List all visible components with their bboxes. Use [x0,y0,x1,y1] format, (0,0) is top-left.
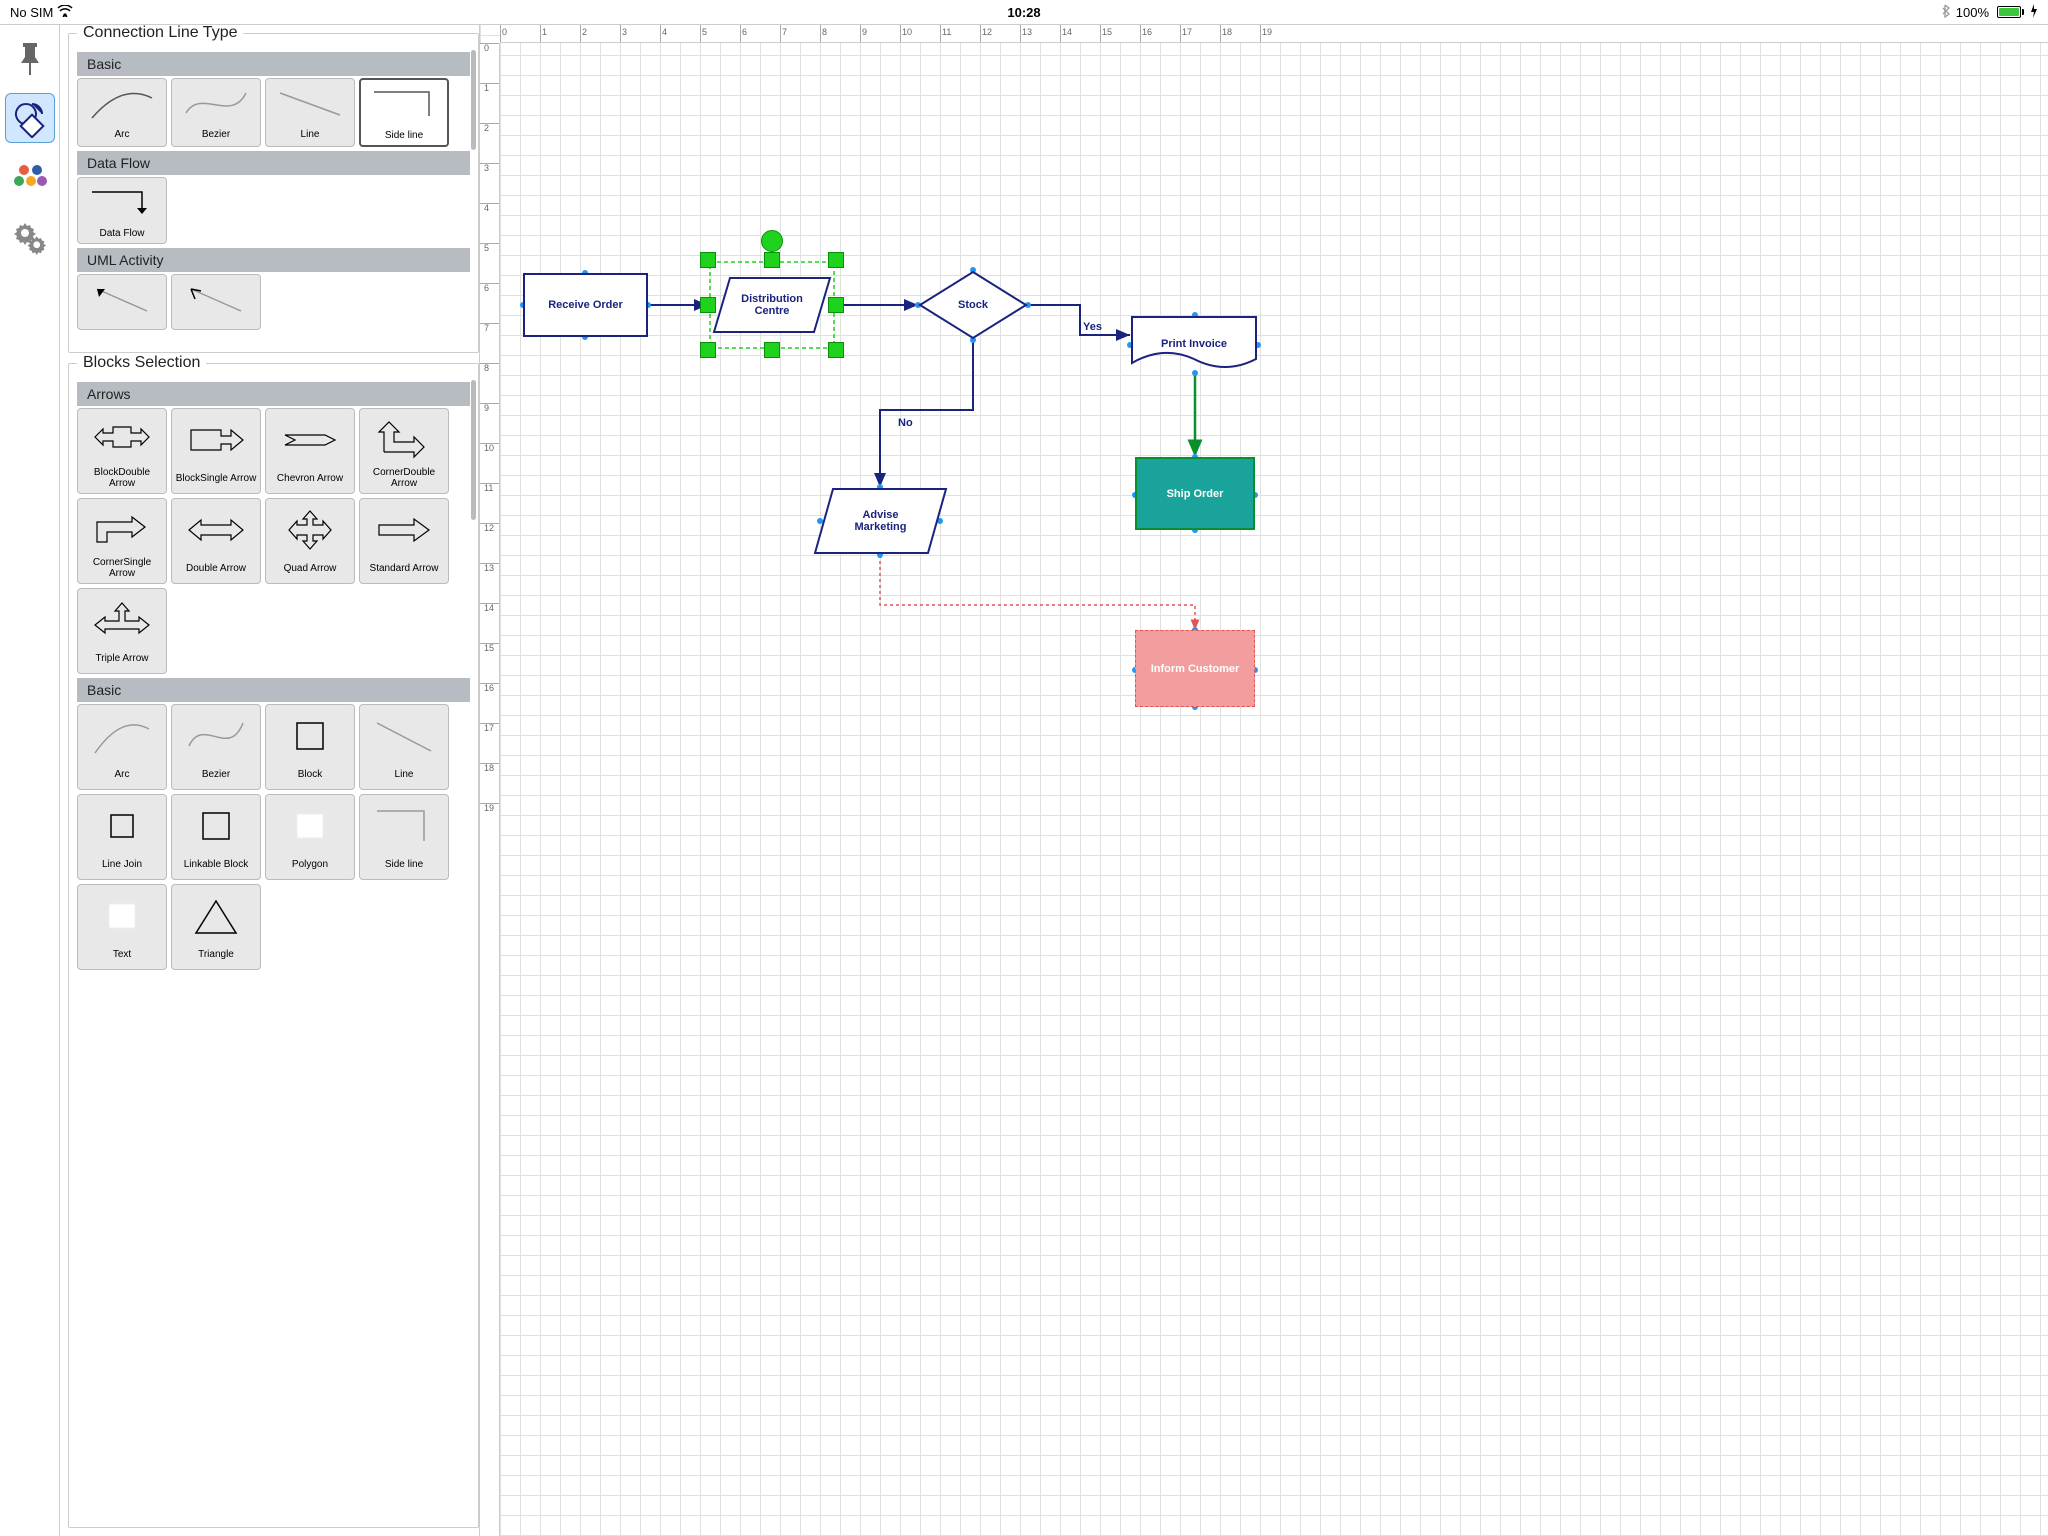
conn-section-uml: UML Activity [77,248,470,272]
edge-label-no: No [898,417,913,429]
start-node[interactable] [761,230,783,252]
ruler-vertical: 012345678910111213141516171819 [480,43,500,1536]
sim-status: No SIM [10,5,53,20]
node-print-invoice[interactable]: Print Invoice [1130,315,1258,373]
block-blockdouble-arrow[interactable]: BlockDouble Arrow [77,408,167,494]
charging-icon [2030,4,2038,21]
conn-item-dataflow[interactable]: Data Flow [77,177,167,244]
blocks-scrollbar[interactable] [471,380,476,520]
blocks-section-basic: Basic [77,678,470,702]
side-panels: Connection Line Type Basic Arc Bezier Li… [60,25,480,1536]
block-bezier[interactable]: Bezier [171,704,261,790]
conn-item-arc[interactable]: Arc [77,78,167,147]
block-sideline[interactable]: Side line [359,794,449,880]
wifi-icon [57,5,73,20]
conn-item-line[interactable]: Line [265,78,355,147]
block-standard-arrow[interactable]: Standard Arrow [359,498,449,584]
block-triple-arrow[interactable]: Triple Arrow [77,588,167,674]
conn-item-bezier[interactable]: Bezier [171,78,261,147]
node-inform-customer[interactable]: Inform Customer [1135,630,1255,707]
app-frame: Connection Line Type Basic Arc Bezier Li… [0,24,2048,1536]
block-cornerdouble-arrow[interactable]: CornerDouble Arrow [359,408,449,494]
block-block[interactable]: Block [265,704,355,790]
blocks-section-arrows: Arrows [77,382,470,406]
block-text[interactable]: Text [77,884,167,970]
pin-tool[interactable] [5,33,55,83]
colors-tool[interactable] [5,153,55,203]
connection-panel: Connection Line Type Basic Arc Bezier Li… [68,33,479,353]
conn-section-basic: Basic [77,52,470,76]
node-receive-order[interactable]: Receive Order [523,273,648,337]
block-linejoin[interactable]: Line Join [77,794,167,880]
node-advise-marketing[interactable]: Advise Marketing [813,487,948,555]
block-chevron-arrow[interactable]: Chevron Arrow [265,408,355,494]
node-ship-order[interactable]: Ship Order [1135,457,1255,530]
clock: 10:28 [686,5,1362,20]
battery-icon [1995,6,2024,18]
left-toolbar [0,25,60,1536]
conn-item-uml-2[interactable] [171,274,261,330]
bluetooth-icon [1940,4,1950,21]
battery-pct: 100% [1956,5,1989,20]
conn-item-uml-1[interactable] [77,274,167,330]
settings-tool[interactable] [5,213,55,263]
ruler-horizontal: 012345678910111213141516171819 [500,25,2048,43]
conn-section-dataflow: Data Flow [77,151,470,175]
block-blocksingle-arrow[interactable]: BlockSingle Arrow [171,408,261,494]
block-triangle[interactable]: Triangle [171,884,261,970]
block-polygon[interactable]: Polygon [265,794,355,880]
block-linkableblock[interactable]: Linkable Block [171,794,261,880]
block-line[interactable]: Line [359,704,449,790]
edge-label-yes: Yes [1083,321,1102,333]
node-distribution-centre[interactable]: Distribution Centre [708,260,836,350]
status-bar: No SIM 10:28 100% [0,0,2048,24]
canvas[interactable]: 012345678910111213141516171819 012345678… [480,25,2048,1536]
block-cornersingle-arrow[interactable]: CornerSingle Arrow [77,498,167,584]
block-quad-arrow[interactable]: Quad Arrow [265,498,355,584]
blocks-panel: Blocks Selection Arrows BlockDouble Arro… [68,363,479,1528]
connection-scrollbar[interactable] [471,50,476,150]
block-arc[interactable]: Arc [77,704,167,790]
block-double-arrow[interactable]: Double Arrow [171,498,261,584]
node-stock[interactable]: Stock [918,270,1028,340]
shapes-tool[interactable] [5,93,55,143]
conn-item-sideline[interactable]: Side line [359,78,449,147]
